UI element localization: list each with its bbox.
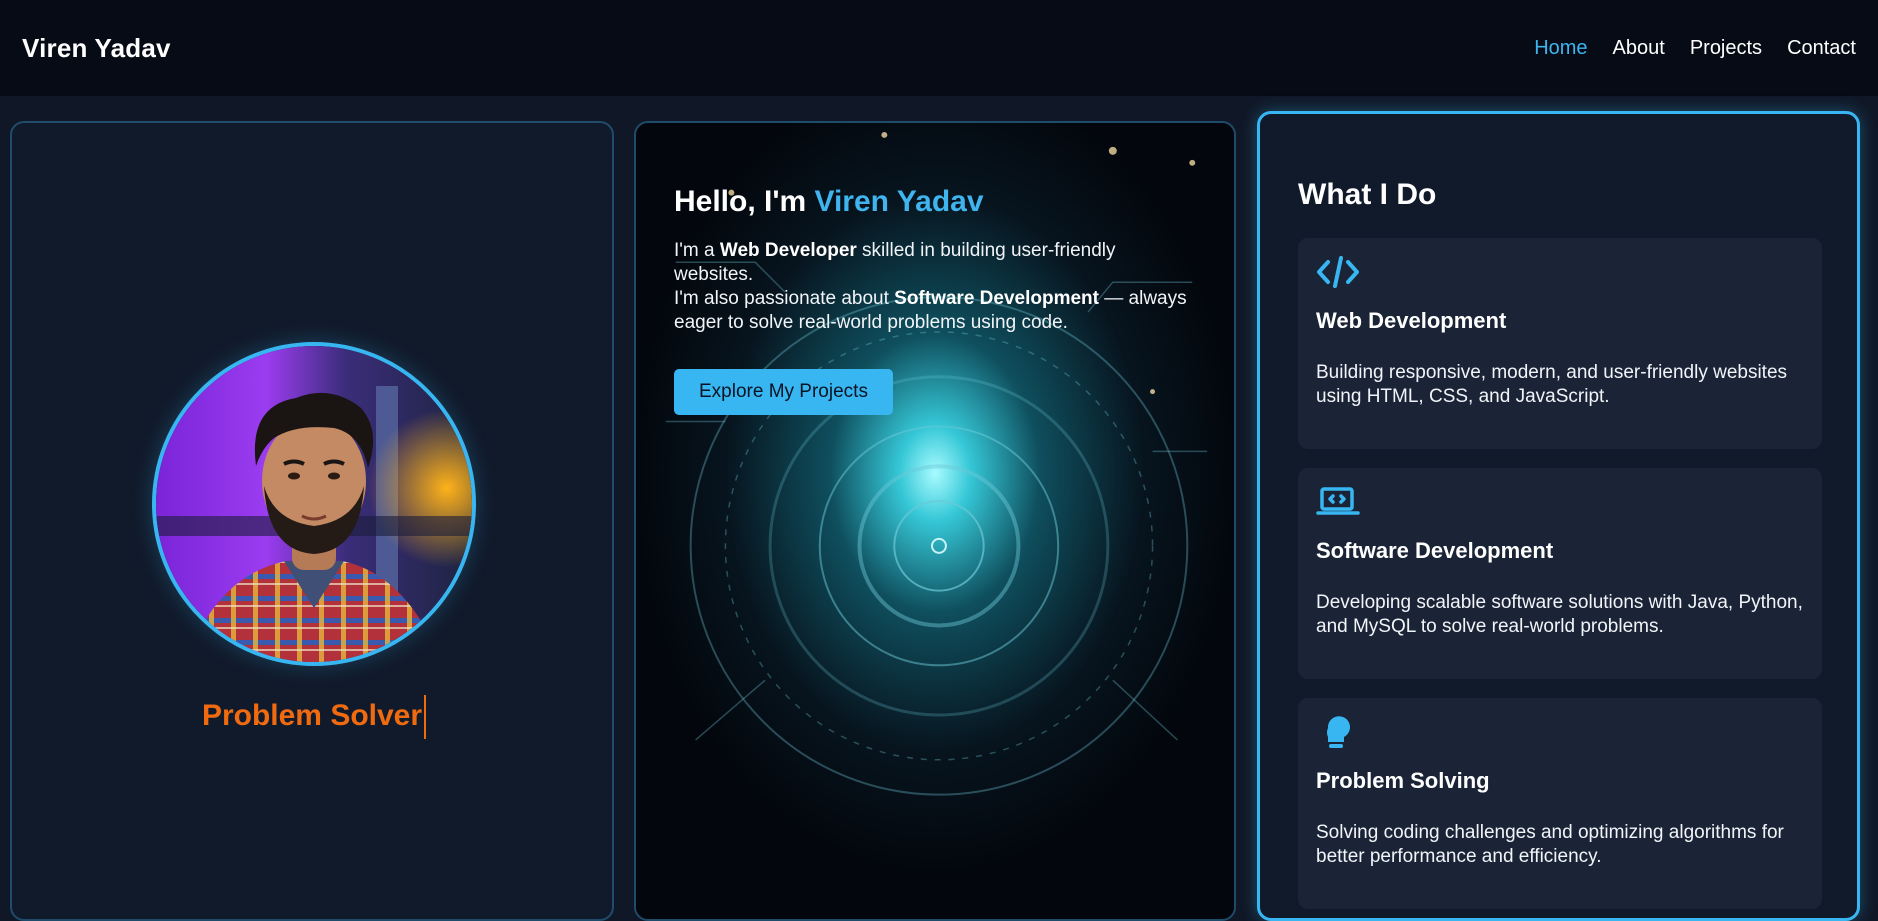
laptop-code-icon: [1316, 487, 1360, 515]
role-label: Problem Solver: [201, 698, 423, 732]
hero-name: Viren Yadav: [814, 185, 984, 218]
services-card: What I Do Web Development Building respo…: [1257, 111, 1860, 921]
lightbulb-icon: [1327, 716, 1350, 748]
brand-logo[interactable]: Viren Yadav: [22, 33, 171, 64]
intro-line1-a: I'm a: [674, 240, 720, 261]
code-icon: [1317, 256, 1359, 288]
service-title: Software Development: [1316, 538, 1554, 563]
service-description: Solving coding challenges and optimizing…: [1316, 822, 1784, 867]
intro-line1-bold: Web Developer: [719, 240, 857, 261]
services-title: What I Do: [1298, 178, 1437, 211]
profile-photo: [156, 346, 472, 662]
service-description: Building responsive, modern, and user-fr…: [1316, 362, 1788, 407]
hero-card: Hello, I'm Viren Yadav I'm a Web Develop…: [634, 121, 1236, 921]
navbar: Viren Yadav Home About Projects Contact: [0, 0, 1878, 96]
service-problem-solving: Problem Solving Solving coding challenge…: [1298, 698, 1822, 909]
hero-content: Hello, I'm Viren Yadav I'm a Web Develop…: [674, 185, 1194, 415]
hero-title: Hello, I'm Viren Yadav: [674, 185, 1194, 219]
hero-greeting: Hello, I'm: [674, 185, 815, 218]
avatar: [152, 342, 476, 666]
typing-role-text: Problem Solver: [12, 695, 616, 739]
service-title: Problem Solving: [1316, 768, 1490, 793]
service-software-development: Software Development Developing scalable…: [1298, 468, 1822, 679]
nav-links: Home About Projects Contact: [1534, 37, 1856, 60]
hero-intro: I'm a Web Developer skilled in building …: [674, 239, 1194, 335]
intro-line2-bold: Software Development: [894, 288, 1099, 309]
nav-link-about[interactable]: About: [1613, 37, 1665, 60]
service-title: Web Development: [1316, 308, 1507, 333]
intro-line2-a: I'm also passionate about: [674, 288, 895, 309]
service-web-development: Web Development Building responsive, mod…: [1298, 238, 1822, 449]
nav-link-projects[interactable]: Projects: [1690, 37, 1762, 60]
nav-link-home[interactable]: Home: [1534, 37, 1587, 60]
nav-link-contact[interactable]: Contact: [1787, 37, 1856, 60]
typing-cursor: [424, 695, 427, 739]
explore-projects-button[interactable]: Explore My Projects: [674, 369, 893, 415]
profile-card: Problem Solver: [10, 121, 614, 921]
service-description: Developing scalable software solutions w…: [1316, 592, 1803, 637]
